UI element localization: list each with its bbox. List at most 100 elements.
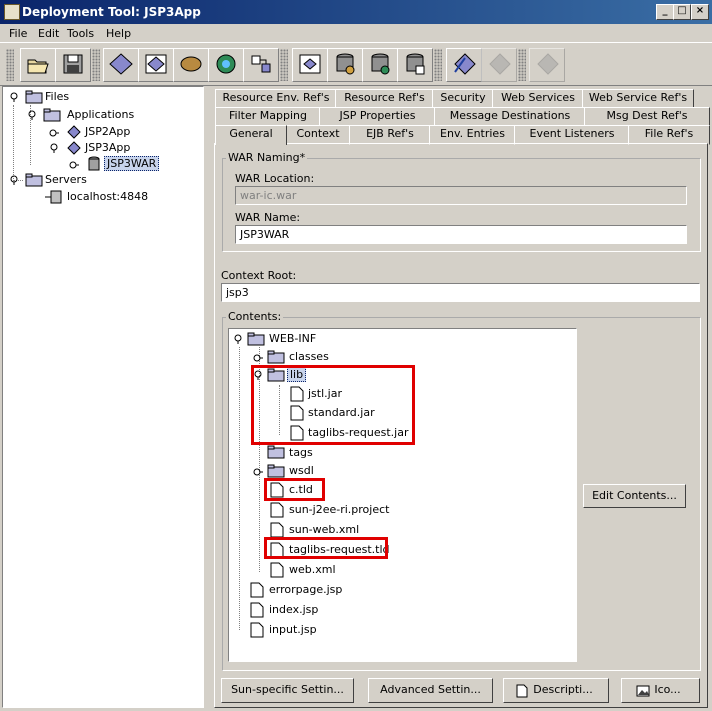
menu-tools[interactable]: Tools: [67, 27, 94, 40]
tab-context[interactable]: Context: [285, 125, 351, 145]
tab-event-listeners[interactable]: Event Listeners: [514, 125, 630, 145]
war-name-label: WAR Name:: [235, 211, 301, 224]
content-label: input.jsp: [269, 623, 317, 636]
tab-message-destinations[interactable]: Message Destinations: [434, 107, 586, 127]
file-icon: [270, 522, 284, 538]
tree-label: Applications: [67, 108, 135, 121]
folder-icon: [267, 464, 285, 478]
tab-web-services[interactable]: Web Services: [492, 89, 584, 109]
tab-filter-mapping[interactable]: Filter Mapping: [215, 107, 321, 127]
security-button[interactable]: [397, 48, 433, 82]
sun-specific-settings-button[interactable]: Sun-specific Settin...: [221, 678, 354, 703]
tab-jsp-properties[interactable]: JSP Properties: [319, 107, 436, 127]
war-name-field[interactable]: JSP3WAR: [235, 225, 687, 244]
server-icon: [371, 53, 390, 75]
save-button[interactable]: [55, 48, 91, 82]
context-root-field[interactable]: jsp3: [221, 283, 700, 302]
tree-node-jsp3app[interactable]: JSP3App: [49, 140, 199, 156]
content-label: WEB-INF: [269, 332, 317, 345]
war-location-label: WAR Location:: [235, 172, 315, 185]
tab-env-entries[interactable]: Env. Entries: [429, 125, 516, 145]
tree-node-applications[interactable]: Applications: [27, 107, 197, 123]
tab-general[interactable]: General: [215, 125, 287, 145]
war-icon: [88, 156, 100, 171]
content-node-web-xml[interactable]: web.xml: [270, 562, 420, 578]
menu-help[interactable]: Help: [106, 27, 131, 40]
content-label: tags: [289, 446, 313, 459]
tab-msg-dest-refs[interactable]: Msg Dest Ref's: [584, 107, 710, 127]
toolbar-grip[interactable]: [6, 49, 14, 81]
add-file-button[interactable]: [292, 48, 328, 82]
close-button[interactable]: ×: [691, 4, 709, 20]
verify-button[interactable]: [446, 48, 482, 82]
menu-bar: File Edit Tools Help: [0, 24, 712, 42]
document-icon: [516, 684, 528, 698]
tree-node-jsp3war[interactable]: JSP3WAR: [69, 156, 199, 172]
highlight-taglibs-tld-box: [264, 537, 388, 559]
maximize-button[interactable]: □: [673, 4, 691, 20]
collapsed-key-icon: [253, 354, 263, 362]
expand-key-icon: [28, 110, 36, 120]
tab-ejb-refs[interactable]: EJB Ref's: [349, 125, 431, 145]
tree-node-servers[interactable]: Servers: [9, 172, 189, 188]
content-node-sun-web-xml[interactable]: sun-web.xml: [270, 522, 420, 538]
edit-contents-button[interactable]: Edit Contents...: [583, 484, 686, 508]
content-node-web-inf[interactable]: WEB-INF: [233, 331, 433, 347]
tab-resource-env-refs[interactable]: Resource Env. Ref's: [215, 89, 337, 109]
content-label: sun-web.xml: [289, 523, 360, 536]
tree-node-localhost[interactable]: localhost:4848: [45, 189, 195, 205]
content-node-tags[interactable]: tags: [267, 445, 417, 461]
database-button[interactable]: [327, 48, 363, 82]
context-root-label: Context Root:: [221, 269, 297, 282]
content-node-wsdl[interactable]: wsdl: [253, 463, 403, 479]
content-node-sun-j2ee-ri-project[interactable]: sun-j2ee-ri.project: [270, 502, 420, 518]
war-location-field: war-ic.war: [235, 186, 687, 205]
new-app-client-button[interactable]: [208, 48, 244, 82]
server-node-icon: [45, 190, 62, 204]
navigation-tree[interactable]: Files Applications JSP2App JSP3App JSP3W…: [2, 86, 204, 708]
new-connector-icon: [251, 55, 271, 73]
icons-button[interactable]: Ico...: [621, 678, 700, 703]
new-web-component-button[interactable]: [138, 48, 174, 82]
menu-edit[interactable]: Edit: [38, 27, 59, 40]
content-node-input-jsp[interactable]: input.jsp: [250, 622, 400, 638]
tab-web-service-refs[interactable]: Web Service Ref's: [582, 89, 694, 109]
verify-icon: [454, 53, 476, 75]
contents-title: Contents:: [226, 310, 284, 323]
content-node-classes[interactable]: classes: [253, 349, 453, 365]
file-icon: [270, 502, 284, 518]
new-bean-button[interactable]: [173, 48, 209, 82]
description-button[interactable]: Descripti...: [503, 678, 609, 703]
disabled-icon: [537, 53, 559, 75]
content-node-index-jsp[interactable]: index.jsp: [250, 602, 400, 618]
server-button[interactable]: [362, 48, 398, 82]
expand-key-icon: [10, 175, 18, 185]
open-icon: [27, 59, 49, 74]
new-connector-button[interactable]: [243, 48, 279, 82]
tree-node-files[interactable]: Files: [9, 89, 189, 105]
tab-security[interactable]: Security: [432, 89, 494, 109]
application-icon: [67, 125, 81, 139]
open-button[interactable]: [20, 48, 56, 82]
tree-node-jsp2app[interactable]: JSP2App: [49, 124, 199, 140]
new-application-icon: [109, 53, 133, 75]
tab-file-refs[interactable]: File Ref's: [628, 125, 710, 145]
minimize-button[interactable]: _: [656, 4, 674, 20]
menu-file[interactable]: File: [9, 27, 27, 40]
tree-label: JSP3App: [85, 141, 131, 154]
toolbar-grip[interactable]: [280, 49, 288, 81]
folder-icon: [43, 108, 61, 122]
toolbar-grip[interactable]: [518, 49, 526, 81]
content-node-errorpage-jsp[interactable]: errorpage.jsp: [250, 582, 400, 598]
disabled-tool-button[interactable]: [529, 48, 565, 82]
advanced-settings-button[interactable]: Advanced Settin...: [368, 678, 493, 703]
toolbar-grip[interactable]: [92, 49, 100, 81]
new-application-button[interactable]: [103, 48, 139, 82]
tab-resource-refs[interactable]: Resource Ref's: [335, 89, 434, 109]
undeploy-button[interactable]: [481, 48, 517, 82]
tree-label: Servers: [45, 173, 87, 186]
undeploy-icon: [489, 53, 511, 75]
highlight-c-tld-box: [264, 478, 325, 501]
tree-label: Files: [45, 90, 70, 103]
toolbar-grip[interactable]: [434, 49, 442, 81]
